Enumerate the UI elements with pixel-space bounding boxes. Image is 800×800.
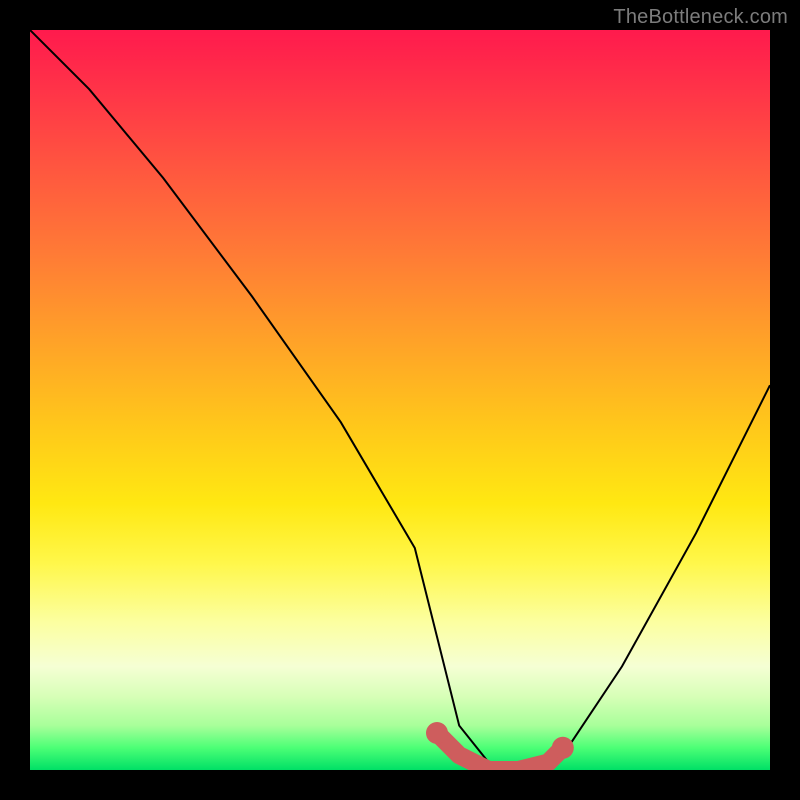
highlight-dot-end [552,737,574,759]
plot-area [30,30,770,770]
chart-frame: TheBottleneck.com [0,0,800,800]
bottleneck-curve-path [30,30,770,770]
watermark-text: TheBottleneck.com [613,6,788,29]
highlight-dot-start [426,722,448,744]
curve-layer [30,30,770,770]
highlight-band-path [437,733,563,770]
